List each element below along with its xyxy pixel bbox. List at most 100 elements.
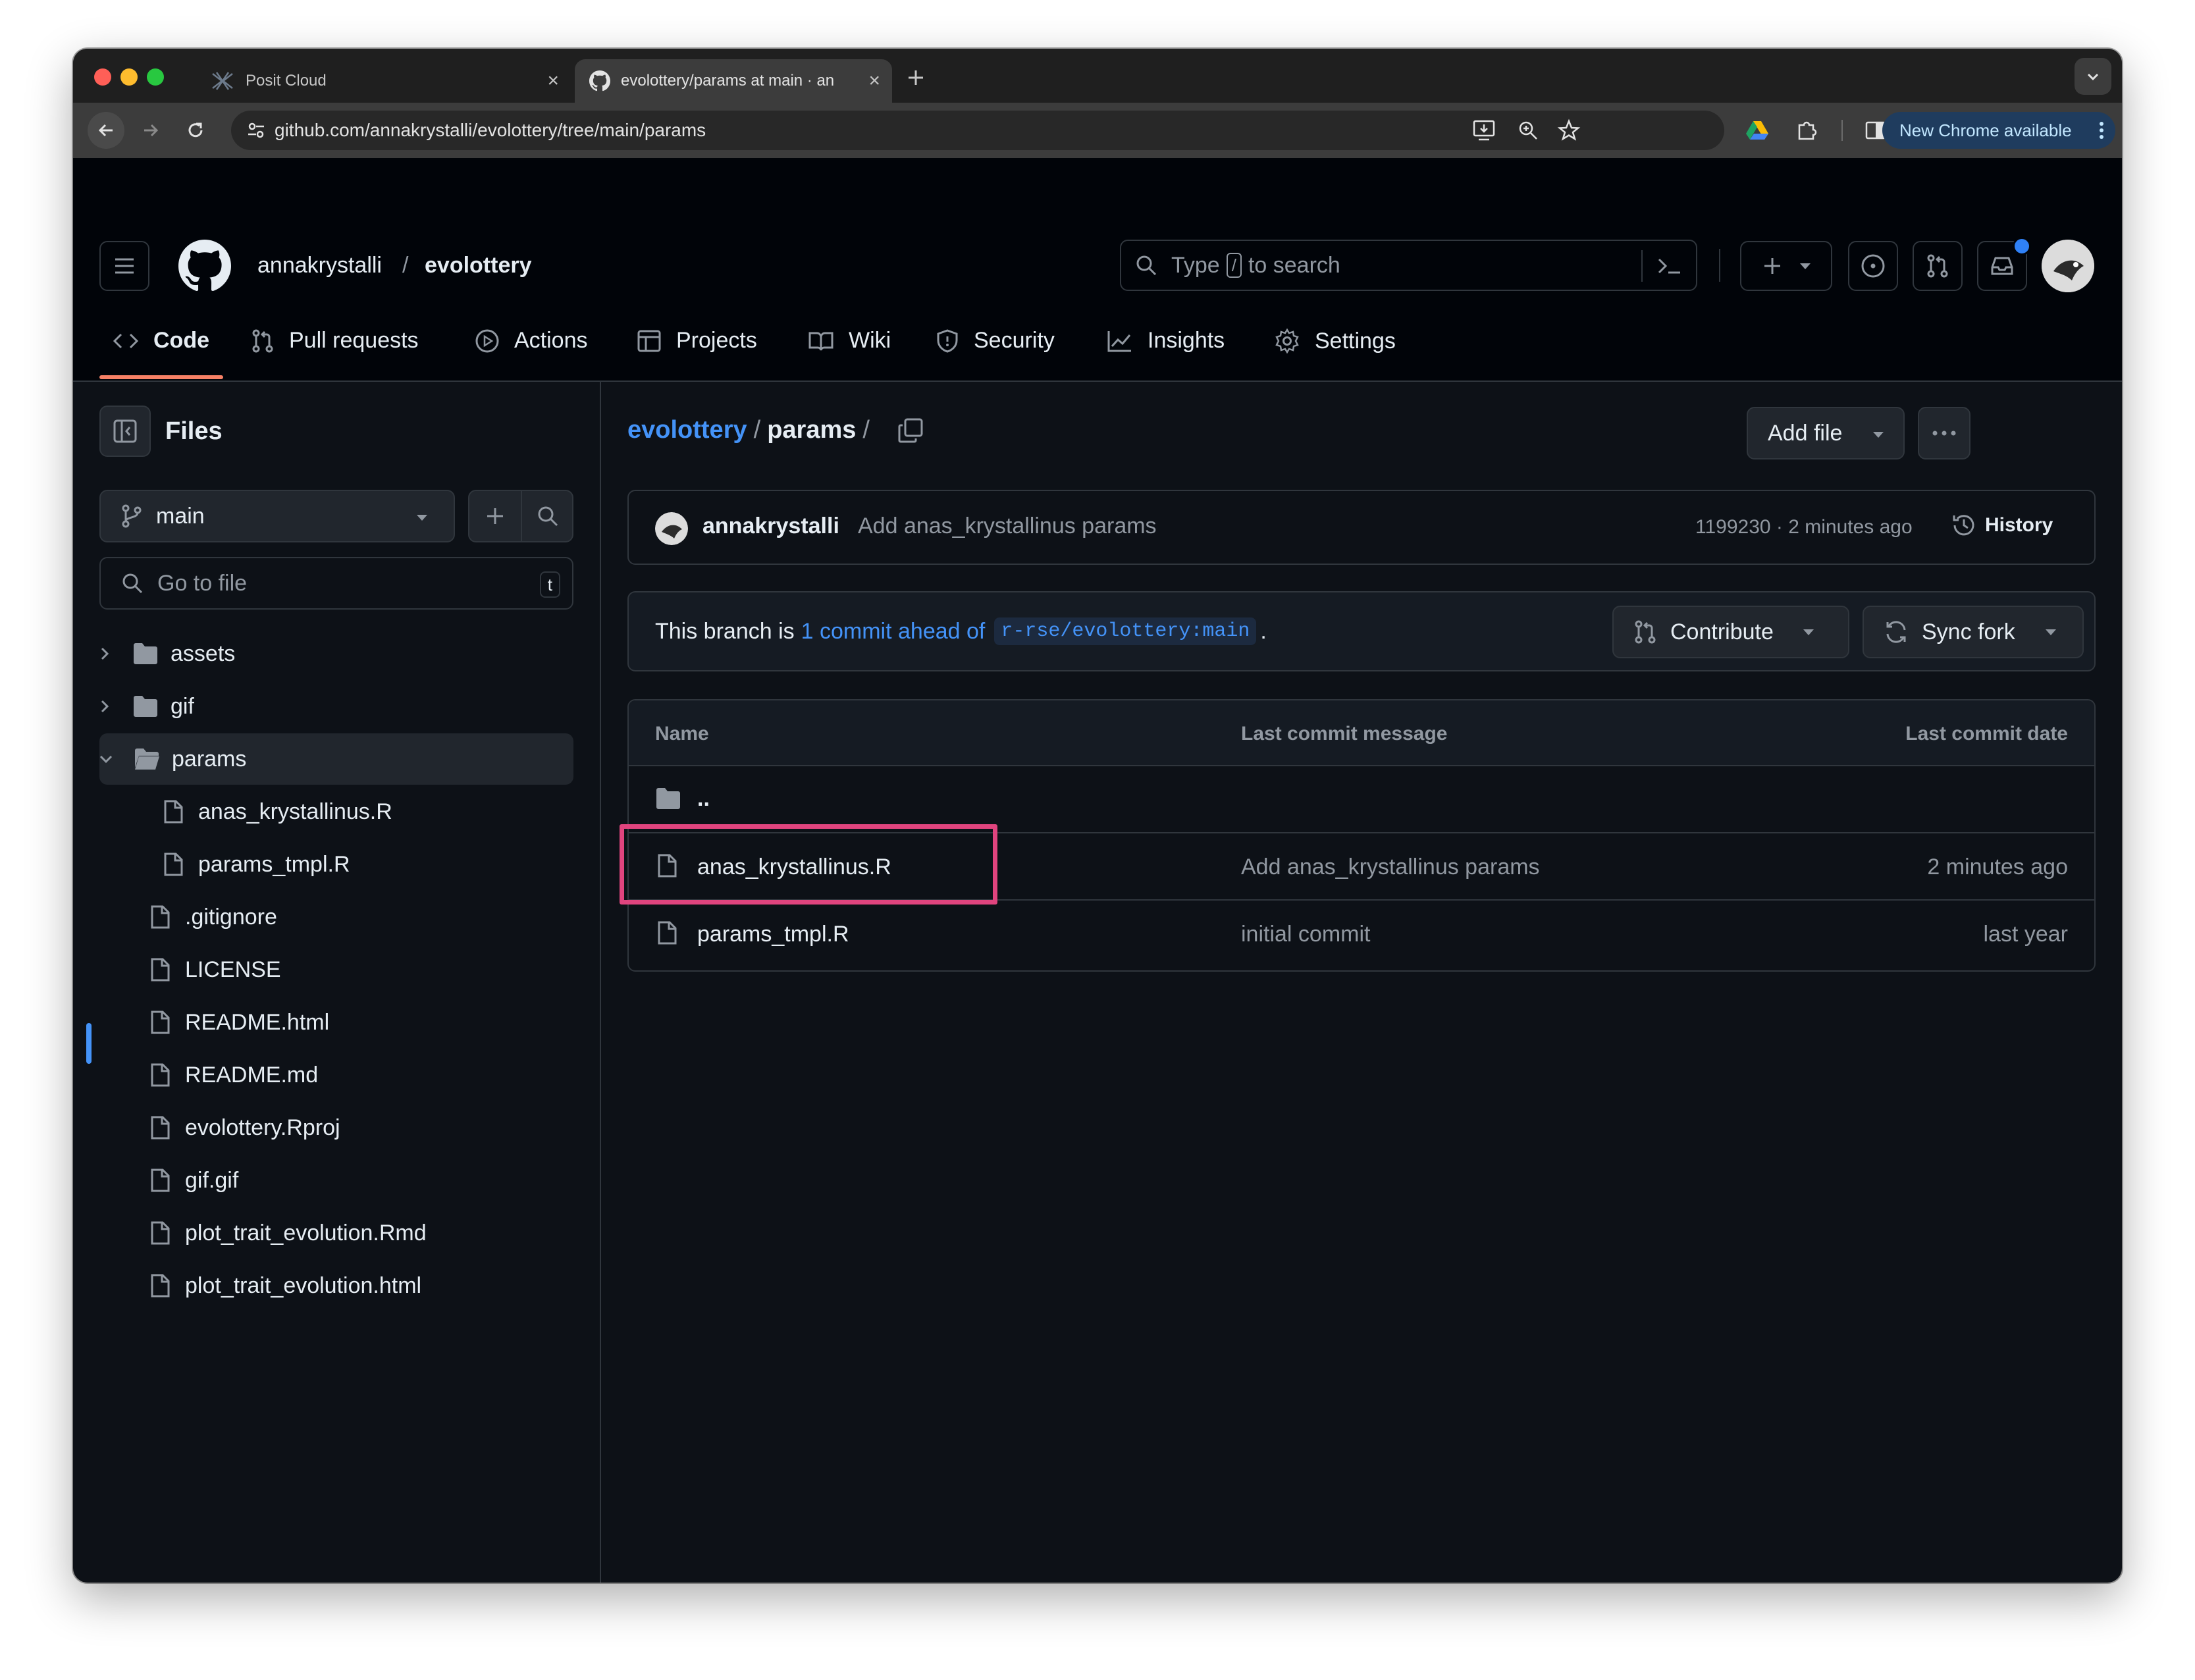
branch-status-suffix: . [1260, 618, 1267, 644]
tree-item-rproj[interactable]: evolottery.Rproj [86, 1102, 587, 1153]
close-tab-icon[interactable]: × [547, 71, 559, 91]
tree-item-label: anas_krystallinus.R [198, 799, 392, 824]
play-icon [475, 329, 499, 352]
tab-settings[interactable]: Settings [1274, 328, 1396, 354]
tree-item-params-tmpl[interactable]: params_tmpl.R [86, 839, 587, 890]
plus-icon [487, 508, 503, 524]
copy-icon[interactable] [897, 417, 924, 444]
user-avatar[interactable] [2042, 240, 2094, 292]
search-divider [1641, 250, 1643, 282]
tree-item-label: README.html [185, 1009, 330, 1035]
add-file-dropdown-button[interactable]: Add file [1747, 407, 1905, 459]
tree-item-label: assets [171, 641, 236, 666]
tree-item-readme-html[interactable]: README.html [86, 997, 587, 1048]
commits-ahead-link[interactable]: 1 commit ahead of [801, 619, 986, 644]
tree-item-plot-html[interactable]: plot_trait_evolution.html [86, 1260, 587, 1311]
tab-pull-requests[interactable]: Pull requests [251, 328, 419, 354]
file-commit-message[interactable]: initial commit [1241, 922, 1370, 947]
search-shortcut-key: / [1226, 253, 1242, 278]
more-options-button[interactable] [1918, 407, 1970, 459]
tree-item-gif[interactable]: gif [86, 681, 587, 732]
tab-search-button[interactable] [2075, 58, 2111, 95]
commit-message[interactable]: Add anas_krystallinus params [858, 513, 1157, 539]
contribute-button[interactable]: Contribute [1612, 606, 1849, 658]
tree-item-gitignore[interactable]: .gitignore [86, 891, 587, 943]
chevron-down-icon [2087, 73, 2099, 81]
search-files-button[interactable] [522, 491, 573, 541]
table-row[interactable]: params_tmpl.R initial commit last year [629, 901, 2094, 968]
zoom-icon[interactable] [1516, 118, 1540, 142]
tab-actions[interactable]: Actions [475, 328, 588, 354]
file-tree-sidebar: Files main Go to file t assets gif param… [73, 382, 601, 1583]
table-icon [637, 330, 661, 352]
upstream-branch-link[interactable]: r-rse/evolottery:main [994, 617, 1257, 645]
branch-selector[interactable]: main [99, 490, 455, 542]
commit-author-avatar[interactable] [655, 512, 688, 545]
pull-requests-button[interactable] [1913, 241, 1963, 291]
search-input[interactable]: Type / to search [1120, 240, 1697, 291]
search-icon [122, 573, 143, 594]
minimize-window-button[interactable] [120, 68, 138, 86]
tree-item-plot-rmd[interactable]: plot_trait_evolution.Rmd [86, 1207, 587, 1259]
tab-insights[interactable]: Insights [1107, 328, 1225, 354]
new-tab-button[interactable] [904, 66, 928, 90]
table-row-parent-dir[interactable]: .. [629, 766, 2094, 833]
browser-window: Posit Cloud × evolottery/params at main … [73, 49, 2122, 1583]
tab-code[interactable]: Code [113, 328, 209, 354]
github-favicon-icon [589, 70, 610, 92]
create-new-button[interactable] [1740, 241, 1832, 291]
install-app-icon[interactable] [1472, 118, 1497, 142]
issues-button[interactable] [1848, 241, 1898, 291]
global-menu-button[interactable] [99, 241, 149, 291]
tree-item-label: LICENSE [185, 957, 281, 982]
go-to-file-shortcut: t [539, 571, 560, 598]
file-name-link[interactable]: params_tmpl.R [697, 922, 849, 947]
breadcrumb-repo-link[interactable]: evolottery [627, 416, 747, 444]
close-window-button[interactable] [94, 68, 111, 86]
add-file-button[interactable] [469, 491, 522, 541]
browser-tab-evolottery[interactable]: evolottery/params at main · an × [575, 59, 892, 103]
repo-link[interactable]: evolottery [425, 253, 532, 278]
google-drive-icon[interactable] [1743, 116, 1772, 145]
tree-item-readme-md[interactable]: README.md [86, 1049, 587, 1101]
close-tab-icon[interactable]: × [868, 71, 880, 91]
forward-button[interactable] [132, 112, 169, 149]
tree-item-gif-file[interactable]: gif.gif [86, 1155, 587, 1206]
chevron-right-icon [101, 700, 109, 713]
tree-item-params[interactable]: params [99, 733, 573, 785]
address-bar[interactable]: github.com/annakrystalli/evolottery/tree… [231, 111, 1724, 150]
go-to-file-input[interactable]: Go to file t [99, 557, 573, 610]
history-link[interactable]: History [1951, 512, 2053, 538]
github-logo-icon[interactable] [178, 240, 231, 292]
tree-item-license[interactable]: LICENSE [86, 944, 587, 995]
browser-toolbar: github.com/annakrystalli/evolottery/tree… [73, 103, 2122, 158]
back-button[interactable] [88, 112, 124, 149]
parent-dir-label: .. [697, 786, 710, 811]
shield-icon [937, 328, 958, 353]
collapse-sidebar-button[interactable] [99, 406, 151, 457]
inbox-button[interactable] [1977, 237, 2031, 291]
browser-tab-posit-cloud[interactable]: Posit Cloud × [189, 59, 571, 103]
book-icon [808, 332, 833, 351]
commit-sha-time[interactable]: 1199230 · 2 minutes ago [1695, 516, 1913, 538]
tree-item-anas-krystallinus[interactable]: anas_krystallinus.R [86, 786, 587, 837]
extensions-puzzle-icon[interactable] [1793, 116, 1822, 145]
reload-button[interactable] [177, 112, 214, 149]
file-icon [658, 921, 677, 945]
folder-icon [656, 788, 680, 809]
tab-projects[interactable]: Projects [637, 328, 757, 354]
bookmark-star-icon[interactable] [1557, 118, 1581, 142]
tab-security[interactable]: Security [936, 328, 1055, 354]
new-chrome-available-button[interactable]: New Chrome available [1882, 112, 2115, 149]
tab-wiki[interactable]: Wiki [808, 328, 891, 354]
tree-item-assets[interactable]: assets [86, 628, 587, 679]
tab-label: Code [153, 328, 209, 353]
site-settings-icon[interactable] [246, 120, 267, 141]
owner-link[interactable]: annakrystalli [257, 253, 382, 278]
zoom-window-button[interactable] [147, 68, 164, 86]
sync-fork-button[interactable]: Sync fork [1863, 606, 2084, 658]
update-label: New Chrome available [1899, 120, 2072, 140]
file-commit-message[interactable]: Add anas_krystallinus params [1241, 854, 1540, 880]
tab-title: Posit Cloud [246, 72, 327, 90]
commit-author[interactable]: annakrystalli [702, 513, 839, 539]
